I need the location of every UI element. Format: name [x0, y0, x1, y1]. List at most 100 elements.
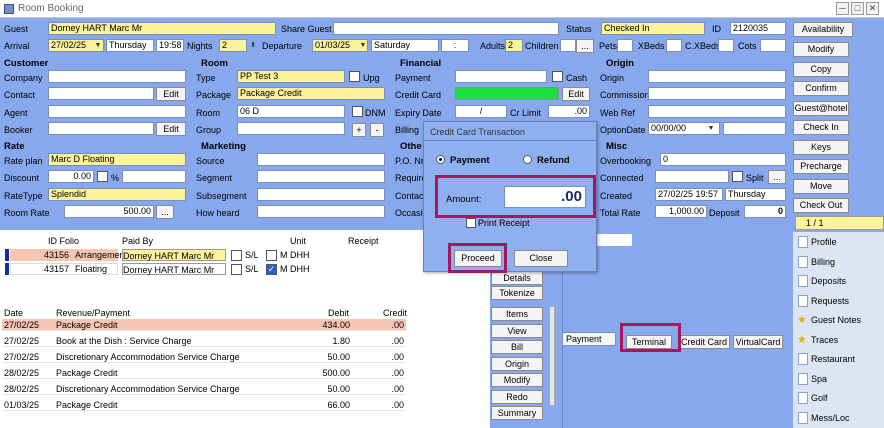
web-ref-field[interactable] [648, 105, 786, 118]
upgrade-checkbox[interactable] [349, 71, 360, 82]
tab-guest-notes[interactable]: ★ Guest Notes [795, 311, 884, 330]
tab-spa[interactable]: Spa [795, 370, 884, 389]
package-field[interactable]: Package Credit [237, 87, 385, 100]
folio-paid-by[interactable]: Dorney HART Marc Mr [122, 249, 226, 261]
group-remove-button[interactable]: - [370, 123, 384, 137]
availability-button[interactable]: Availability [793, 22, 853, 37]
discount-field[interactable]: 0.00 [48, 170, 94, 183]
guest-field[interactable]: Dorney HART Marc Mr [48, 22, 276, 35]
view-button[interactable]: View [491, 324, 543, 338]
group-field[interactable] [237, 122, 345, 135]
how-heard-field[interactable] [257, 205, 385, 218]
guest-at-hotel-button[interactable]: Guest@hotel [793, 101, 849, 116]
tab-golf[interactable]: Golf [795, 389, 884, 408]
chevron-down-icon[interactable]: ▼ [706, 123, 716, 134]
booker-edit-button[interactable]: Edit [156, 122, 186, 136]
modify-posting-button[interactable]: Modify [491, 373, 543, 387]
agent-field[interactable] [48, 105, 186, 118]
commission-field[interactable] [648, 87, 786, 100]
items-button[interactable]: Items [491, 307, 543, 321]
cash-checkbox[interactable] [552, 71, 563, 82]
tab-deposits[interactable]: Deposits [795, 272, 884, 291]
children-more-button[interactable]: ... [576, 39, 594, 53]
check-out-button[interactable]: Check Out [793, 198, 849, 213]
company-field[interactable] [48, 70, 186, 83]
credit-card-edit-button[interactable]: Edit [562, 87, 590, 101]
credit-card-field[interactable] [455, 87, 559, 100]
chevron-down-icon[interactable]: ▼ [358, 40, 368, 51]
modify-button[interactable]: Modify [793, 42, 849, 57]
folio-sl-checkbox[interactable] [231, 250, 242, 261]
children-field[interactable] [560, 39, 576, 52]
split-checkbox[interactable] [732, 171, 743, 182]
tab-billing[interactable]: Billing [795, 253, 884, 272]
check-icon[interactable]: ✓ [266, 264, 277, 275]
move-button[interactable]: Move [793, 179, 849, 194]
discount-extra-field[interactable] [122, 170, 186, 183]
folio-sl-checkbox[interactable] [231, 264, 242, 275]
room-number-field[interactable]: 06 D [237, 105, 345, 118]
payment-tab[interactable]: Payment [562, 332, 616, 346]
adults-field[interactable]: 2 [505, 39, 523, 52]
redo-button[interactable]: Redo [491, 390, 543, 404]
bill-button[interactable]: Bill [491, 340, 543, 354]
details-button[interactable]: Details [491, 271, 543, 285]
tab-traces[interactable]: ★ Traces [795, 331, 884, 350]
cr-limit-field[interactable]: .00 [548, 105, 590, 118]
folio-m-checkbox[interactable] [266, 250, 277, 261]
payment-field[interactable] [455, 70, 547, 83]
tab-mess-loc[interactable]: Mess/Loc [795, 409, 884, 428]
credit-card-tab-button[interactable]: Credit Card [678, 335, 730, 349]
pets-field[interactable] [617, 39, 633, 52]
rate-type-field[interactable]: Splendid [48, 188, 186, 201]
subsegment-field[interactable] [257, 188, 385, 201]
print-receipt-checkbox[interactable] [466, 218, 476, 228]
discount-pct-checkbox[interactable] [97, 171, 108, 182]
connected-field[interactable] [655, 170, 729, 183]
room-type-field[interactable]: PP Test 3 [237, 70, 345, 83]
postings-scrollbar[interactable] [549, 306, 555, 406]
summary-button[interactable]: Summary [491, 406, 543, 420]
cots-field[interactable] [760, 39, 786, 52]
xbeds-field[interactable] [666, 39, 682, 52]
nights-field[interactable]: 2 [219, 39, 247, 52]
tab-requests[interactable]: Requests [795, 292, 884, 311]
close-icon[interactable]: ✕ [866, 2, 879, 15]
tokenize-button[interactable]: Tokenize [491, 286, 543, 300]
room-rate-field[interactable]: 500.00 [64, 205, 154, 218]
precharge-button[interactable]: Precharge [793, 159, 849, 174]
contact-field[interactable] [48, 87, 154, 100]
payment-radio[interactable] [436, 155, 445, 164]
booker-field[interactable] [48, 122, 154, 135]
overbooking-field[interactable]: 0 [660, 153, 786, 166]
confirm-button[interactable]: Confirm [793, 81, 849, 96]
share-guest-field[interactable] [333, 22, 559, 35]
connected-more-button[interactable]: ... [768, 170, 786, 184]
option-date-extra-field[interactable] [723, 122, 786, 135]
minimize-icon[interactable]: ─ [836, 2, 849, 15]
cxbeds-field[interactable] [718, 39, 734, 52]
virtual-card-button[interactable]: VirtualCard [733, 335, 783, 349]
tab-restaurant[interactable]: Restaurant [795, 350, 884, 369]
chevron-down-icon[interactable]: ▼ [93, 40, 103, 51]
segment-field[interactable] [257, 170, 385, 183]
copy-button[interactable]: Copy [793, 62, 849, 77]
keys-button[interactable]: Keys [793, 140, 849, 155]
rate-plan-field[interactable]: Marc D Floating [48, 153, 186, 166]
origin-field[interactable] [648, 70, 786, 83]
expiry-date-field[interactable]: / [455, 105, 507, 118]
folio-paid-by[interactable]: Dorney HART Marc Mr [122, 263, 226, 275]
room-rate-more-button[interactable]: ... [156, 205, 174, 219]
check-in-button[interactable]: Check In [793, 120, 849, 135]
group-add-button[interactable]: + [352, 123, 366, 137]
arrival-time-field[interactable]: 19:58 [156, 39, 184, 52]
departure-time-field[interactable]: : [441, 39, 469, 52]
source-field[interactable] [257, 153, 385, 166]
tab-profile[interactable]: Profile [795, 233, 884, 252]
contact-edit-button[interactable]: Edit [156, 87, 186, 101]
nights-stepper-icon[interactable]: ⬍ [248, 40, 258, 51]
maximize-icon[interactable]: □ [851, 2, 864, 15]
origin-button[interactable]: Origin [491, 357, 543, 371]
close-button[interactable]: Close [514, 250, 568, 267]
refund-radio[interactable] [523, 155, 532, 164]
